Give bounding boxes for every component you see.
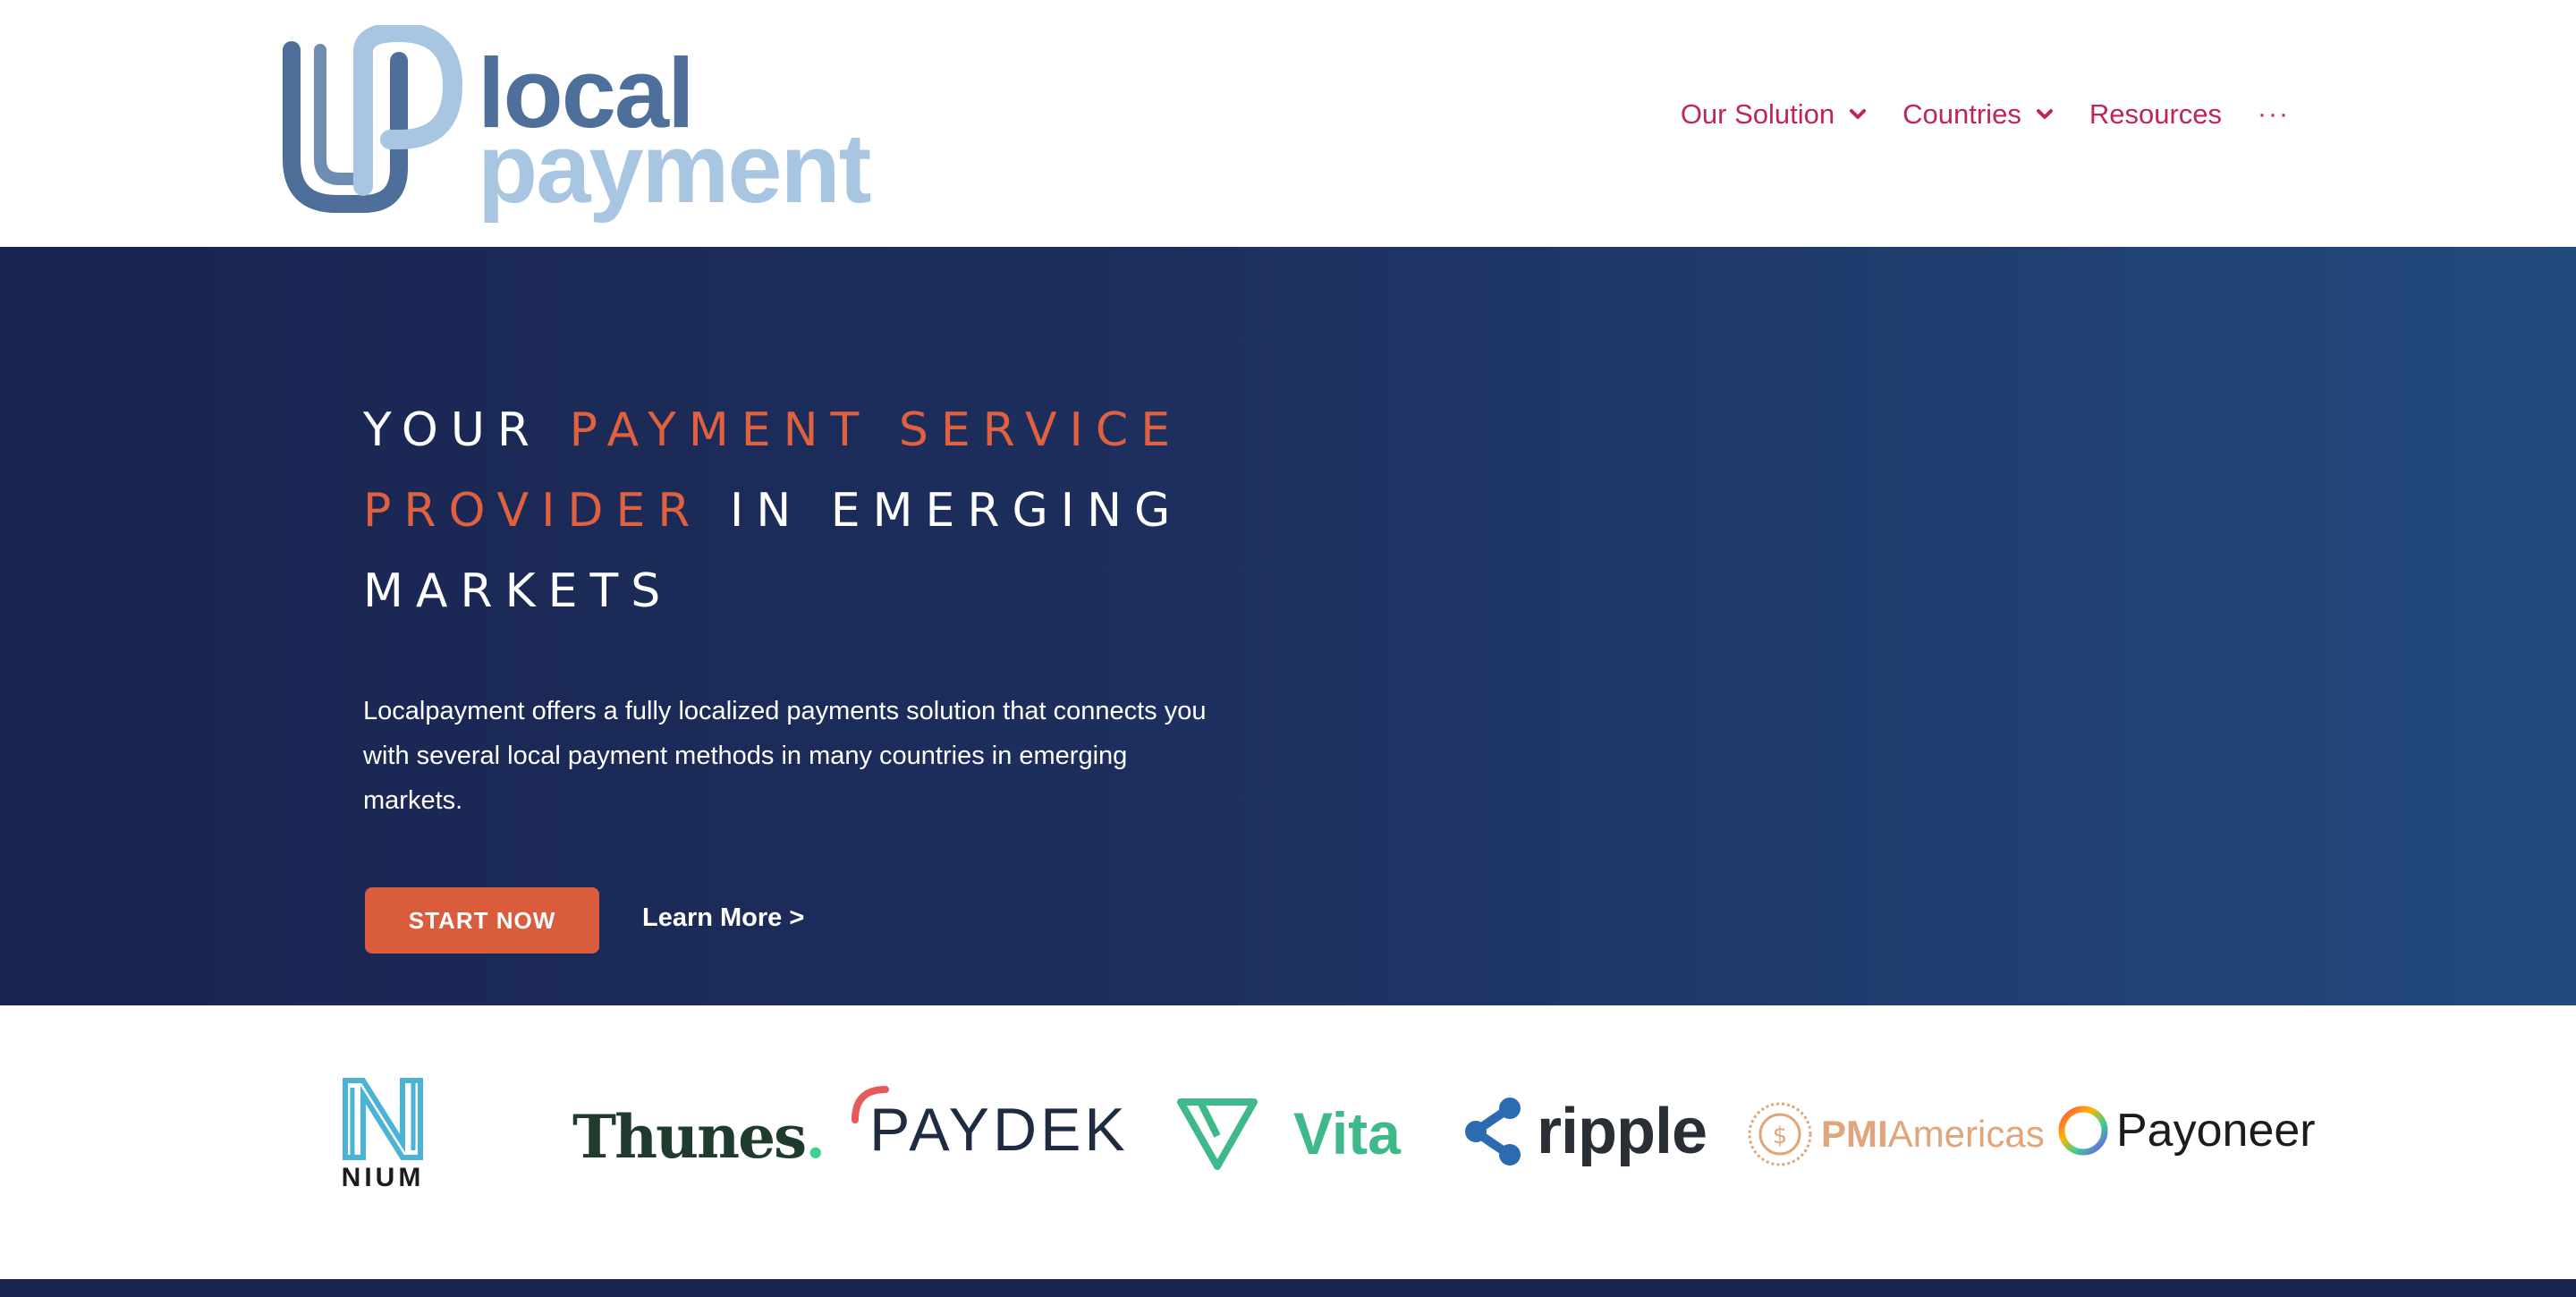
next-section-edge: [0, 1279, 2576, 1297]
svg-text:$: $: [1773, 1123, 1788, 1149]
hero-title: YOUR PAYMENT SERVICE PROVIDER IN EMERGIN…: [363, 390, 1240, 632]
hero-section: YOUR PAYMENT SERVICE PROVIDER IN EMERGIN…: [0, 247, 2576, 1005]
hero-description: Localpayment offers a fully localized pa…: [363, 697, 1207, 815]
more-menu-button[interactable]: ···: [2258, 99, 2290, 130]
partner-logo-pmi-americas: $ PMI Americas: [1746, 1100, 2045, 1168]
partner-name: PAYDEK: [869, 1096, 1129, 1164]
nav-item-countries[interactable]: Countries: [1902, 98, 2054, 131]
partner-name: PMI: [1821, 1113, 1888, 1155]
learn-more-link[interactable]: Learn More >: [642, 903, 804, 933]
localpayment-logo[interactable]: local payment: [265, 25, 900, 224]
vita-v-icon: [1177, 1098, 1258, 1170]
paydek-arc-icon: [852, 1086, 889, 1123]
partner-logos: NIUM Thunes . PAYDEK Vita ripple $ PMI A…: [0, 1005, 2576, 1279]
nav-item-our-solution[interactable]: Our Solution: [1681, 98, 1867, 131]
hero-title-part1: YOUR: [363, 403, 570, 457]
start-now-button[interactable]: START NOW: [365, 887, 599, 954]
partner-logo-nium: NIUM: [338, 1075, 428, 1193]
pmi-coin-icon: $: [1748, 1102, 1812, 1166]
partner-name-2: Americas: [1887, 1113, 2045, 1155]
partner-name: ripple: [1537, 1096, 1707, 1167]
nium-n-icon: [343, 1078, 423, 1160]
site-header: local payment Our Solution Countries Res…: [0, 0, 2576, 247]
partner-name: NIUM: [341, 1163, 425, 1192]
partner-name: Thunes: [572, 1102, 807, 1172]
chevron-down-icon: [1850, 109, 1867, 119]
partner-logo-ripple: ripple: [1463, 1095, 1707, 1168]
chevron-down-icon: [2036, 109, 2053, 119]
nav-item-label: Resources: [2089, 98, 2223, 130]
partner-logo-vita: Vita: [1177, 1097, 1401, 1170]
partner-name-suffix: .: [805, 1102, 826, 1172]
logo-text-payment: payment: [478, 114, 871, 224]
nav-item-resources[interactable]: Resources: [2089, 98, 2222, 131]
ripple-icon: [1465, 1098, 1521, 1166]
partner-logo-thunes: Thunes .: [572, 1102, 826, 1172]
partner-logo-paydek: PAYDEK: [850, 1084, 1129, 1165]
payoneer-ring-icon: [2058, 1106, 2108, 1156]
nav-item-label: Our Solution: [1680, 98, 1835, 130]
main-nav: Our Solution Countries Resources ···: [1681, 98, 2290, 131]
lp-monogram-icon: [283, 25, 463, 213]
partner-logo-payoneer: Payoneer: [2057, 1104, 2316, 1157]
partner-name: Payoneer: [2116, 1105, 2316, 1157]
nav-item-label: Countries: [1902, 98, 2021, 130]
partner-name: Vita: [1293, 1100, 1401, 1166]
